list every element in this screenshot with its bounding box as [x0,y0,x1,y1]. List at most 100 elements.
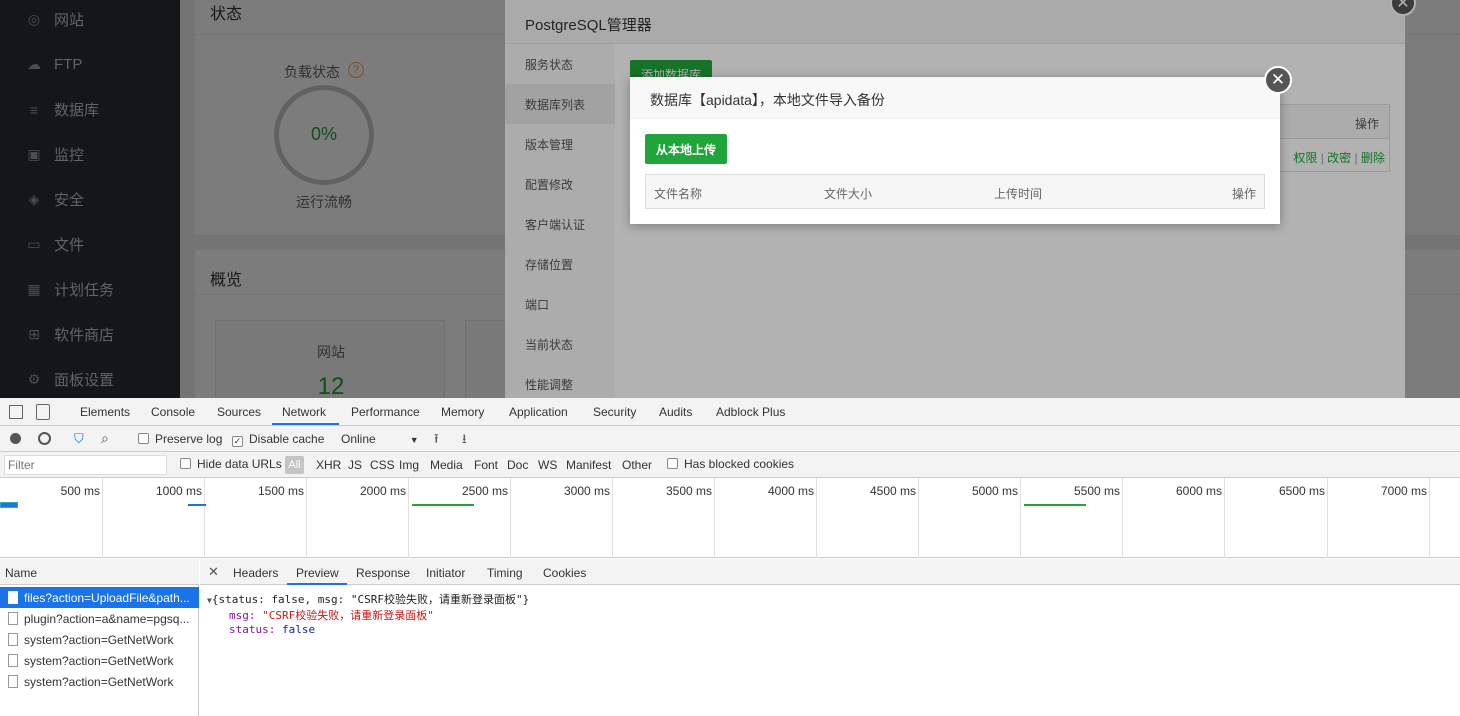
disable-cache-label: Disable cache [249,432,325,446]
filter-input[interactable] [4,455,167,475]
document-icon [8,612,18,625]
tab-cookies[interactable]: Cookies [543,566,586,580]
tab-response[interactable]: Response [356,566,410,580]
detail-tabs: ✕ Headers Preview Response Initiator Tim… [200,559,1460,585]
hide-data-urls-checkbox[interactable]: Hide data URLs [180,457,282,471]
filter-icon[interactable]: ⛉ [74,431,84,447]
throttle-value: Online [341,432,376,446]
timeline-label: 4500 ms [869,484,916,498]
has-blocked-cookies-checkbox[interactable]: Has blocked cookies [667,457,794,471]
tab-performance[interactable]: Performance [351,405,420,419]
timeline-label: 4000 ms [767,484,814,498]
clear-icon[interactable] [38,432,51,445]
filter-xhr[interactable]: XHR [316,458,341,472]
tab-console[interactable]: Console [151,405,195,419]
timeline-label: 7000 ms [1380,484,1427,498]
json-key: msg: [229,609,256,622]
request-row[interactable]: system?action=GetNetWork [0,671,199,692]
json-status-line: status: false [229,623,315,636]
dialog-title: 数据库【apidata】，本地文件导入备份 [650,92,885,108]
timeline-label: 2500 ms [461,484,508,498]
filter-doc[interactable]: Doc [507,458,528,472]
import-har-icon[interactable]: ⭱ [434,430,439,452]
timeline-label: 2000 ms [359,484,406,498]
col-file-size: 文件大小 [824,187,873,201]
devtools-tabs: Elements Console Sources Network Perform… [0,398,1460,426]
request-name: plugin?action=a&name=pgsq... [24,611,190,626]
chevron-down-icon: ▼ [409,435,419,445]
tab-sources[interactable]: Sources [217,405,261,419]
tab-security[interactable]: Security [593,405,636,419]
timeline-label: 5000 ms [971,484,1018,498]
close-icon[interactable]: ✕ [208,564,219,580]
import-backup-dialog: 数据库【apidata】，本地文件导入备份 ✕ 从本地上传 文件名称 文件大小 … [630,66,1292,224]
preserve-log-checkbox[interactable]: Preserve log [138,432,222,446]
json-summary-text: {status: false, msg: "CSRF校验失败，请重新登录面板"} [211,593,530,606]
device-toolbar-icon[interactable] [36,404,50,420]
request-row[interactable]: system?action=GetNetWork [0,629,199,650]
file-table-header: 文件名称 文件大小 上传时间 操作 [645,174,1265,209]
json-preview: ▼{status: false, msg: "CSRF校验失败，请重新登录面板"… [200,585,1460,716]
timeline-request-bar [0,502,18,508]
tab-headers[interactable]: Headers [233,566,278,580]
json-key: status: [229,623,276,636]
devtools: Elements Console Sources Network Perform… [0,398,1460,716]
request-row[interactable]: files?action=UploadFile&path... [0,587,199,608]
timeline-request-bar [1024,504,1086,506]
tab-timing[interactable]: Timing [487,566,523,580]
request-detail: ✕ Headers Preview Response Initiator Tim… [200,559,1460,716]
app-root: ◎ 网站 ☁ FTP ≡ 数据库 ▣ 监控 ◈ 安全 ▭ 文件 ▦ 计划任务 ⊞ 软件商店 ⚙ 面… [0,0,1460,716]
document-icon [8,654,18,667]
search-icon[interactable]: ⌕ [101,430,109,447]
timeline-request-bar [412,504,474,506]
active-tab-indicator [272,423,339,425]
timeline-label: 1000 ms [155,484,202,498]
timeline-label: 6000 ms [1175,484,1222,498]
tab-adblock-plus[interactable]: Adblock Plus [716,405,785,419]
throttle-select[interactable]: Online ▼ [341,432,419,446]
timeline-label: 5500 ms [1073,484,1120,498]
tab-audits[interactable]: Audits [659,405,692,419]
filter-img[interactable]: Img [399,458,419,472]
filter-manifest[interactable]: Manifest [566,458,611,472]
filter-ws[interactable]: WS [538,458,557,472]
disable-cache-checkbox[interactable]: ✓ Disable cache [232,432,324,447]
tab-elements[interactable]: Elements [80,405,130,419]
col-file-name: 文件名称 [654,187,703,201]
request-row[interactable]: plugin?action=a&name=pgsq... [0,608,199,629]
dialog-close-icon[interactable]: ✕ [1264,66,1292,94]
tab-memory[interactable]: Memory [441,405,484,419]
inspect-element-icon[interactable] [9,405,23,419]
timeline-label: 3500 ms [665,484,712,498]
filter-font[interactable]: Font [474,458,498,472]
json-summary[interactable]: ▼{status: false, msg: "CSRF校验失败，请重新登录面板"… [207,591,529,607]
timeline-label: 500 ms [60,484,100,498]
filter-js[interactable]: JS [348,458,362,472]
name-column-header[interactable]: Name [0,559,199,585]
col-action: 操作 [1231,187,1256,201]
export-har-icon[interactable]: ⭳ [462,430,467,452]
timeline-request-bar [188,504,206,506]
record-icon[interactable] [10,433,21,444]
document-icon [8,675,18,688]
filter-media[interactable]: Media [430,458,463,472]
document-icon [8,591,18,604]
timeline-label: 3000 ms [563,484,610,498]
json-msg-line: msg: "CSRF校验失败，请重新登录面板" [229,607,434,623]
tab-initiator[interactable]: Initiator [426,566,465,580]
tab-application[interactable]: Application [509,405,568,419]
tab-network[interactable]: Network [282,405,326,419]
filter-other[interactable]: Other [622,458,652,472]
network-overview-timeline: 500 ms 1000 ms 1500 ms 2000 ms 2500 ms 3… [0,478,1460,558]
request-row[interactable]: system?action=GetNetWork [0,650,199,671]
json-string-value: "CSRF校验失败，请重新登录面板" [262,609,434,622]
filter-all[interactable]: All [285,456,304,474]
filter-css[interactable]: CSS [370,458,395,472]
dialog-header: 数据库【apidata】，本地文件导入备份 [630,77,1280,119]
network-filterbar: Hide data URLs All XHR JS CSS Img Media … [0,452,1460,478]
panel-app: ◎ 网站 ☁ FTP ≡ 数据库 ▣ 监控 ◈ 安全 ▭ 文件 ▦ 计划任务 ⊞ 软件商店 ⚙ 面… [0,0,1460,398]
network-toolbar: ⛉ ⌕ Preserve log ✓ Disable cache Online ▼ … [0,426,1460,452]
upload-local-button[interactable]: 从本地上传 [645,134,727,164]
timeline-label: 6500 ms [1278,484,1325,498]
tab-preview[interactable]: Preview [296,566,339,580]
